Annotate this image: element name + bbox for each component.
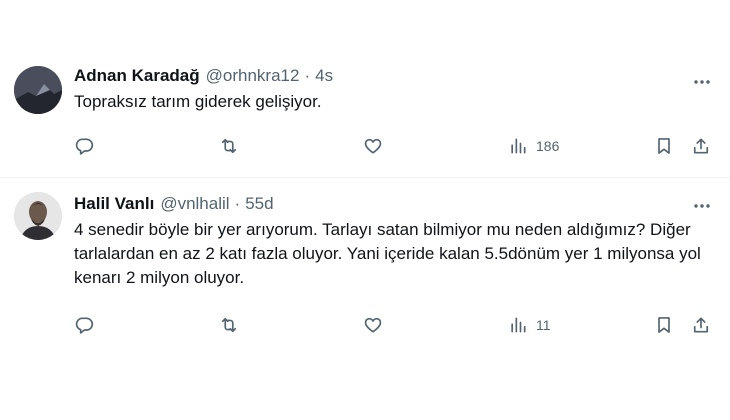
bookmark-icon	[658, 138, 670, 154]
more-icon[interactable]	[692, 196, 712, 216]
tweet[interactable]: Adnan Karadağ @orhnkra12 · 4s Topraksız …	[0, 42, 730, 177]
author-handle[interactable]: @orhnkra12	[206, 66, 300, 86]
like-button[interactable]	[363, 313, 383, 337]
tweet-header: Halil Vanlı @vnlhalil · 55d	[74, 194, 274, 214]
views-count: 11	[536, 317, 551, 333]
timestamp[interactable]: 4s	[315, 66, 333, 86]
author-handle[interactable]: @vnlhalil	[160, 194, 229, 214]
views-count: 186	[536, 138, 560, 154]
share-icon	[693, 138, 709, 154]
views-button[interactable]: 11	[508, 313, 551, 337]
reply-button[interactable]	[74, 134, 94, 158]
separator-dot: ·	[304, 66, 311, 85]
action-bar: 186	[74, 134, 714, 158]
retweet-button[interactable]	[219, 134, 239, 158]
bookmark-button[interactable]	[654, 313, 674, 337]
separator-dot: ·	[234, 194, 241, 213]
heart-icon	[364, 138, 382, 154]
more-icon[interactable]	[692, 72, 712, 92]
tweet-text: 4 senedir böyle bir yer arıyorum. Tarlay…	[74, 220, 701, 287]
share-icon	[693, 317, 709, 333]
heart-icon	[364, 317, 382, 333]
views-icon	[511, 317, 526, 333]
views-icon	[511, 138, 526, 154]
tweet-text: Topraksız tarım giderek gelişiyor.	[74, 92, 322, 111]
reply-button[interactable]	[74, 313, 94, 337]
like-button[interactable]	[363, 134, 383, 158]
bookmark-icon	[658, 317, 670, 333]
reply-icon	[75, 317, 94, 334]
action-bar: 11	[74, 313, 714, 337]
retweet-button[interactable]	[219, 313, 239, 337]
retweet-icon	[221, 317, 237, 333]
avatar[interactable]	[14, 192, 62, 240]
reply-icon	[75, 138, 94, 155]
tweet-header: Adnan Karadağ @orhnkra12 · 4s	[74, 66, 333, 86]
author-name[interactable]: Halil Vanlı	[74, 194, 154, 214]
timestamp[interactable]: 55d	[245, 194, 273, 214]
views-button[interactable]: 186	[508, 134, 559, 158]
tweet[interactable]: Halil Vanlı @vnlhalil · 55d 4 senedir bö…	[0, 178, 730, 363]
share-button[interactable]	[691, 313, 711, 337]
bookmark-button[interactable]	[654, 134, 674, 158]
avatar[interactable]	[14, 66, 62, 114]
author-name[interactable]: Adnan Karadağ	[74, 66, 200, 86]
retweet-icon	[221, 138, 237, 154]
share-button[interactable]	[691, 134, 711, 158]
